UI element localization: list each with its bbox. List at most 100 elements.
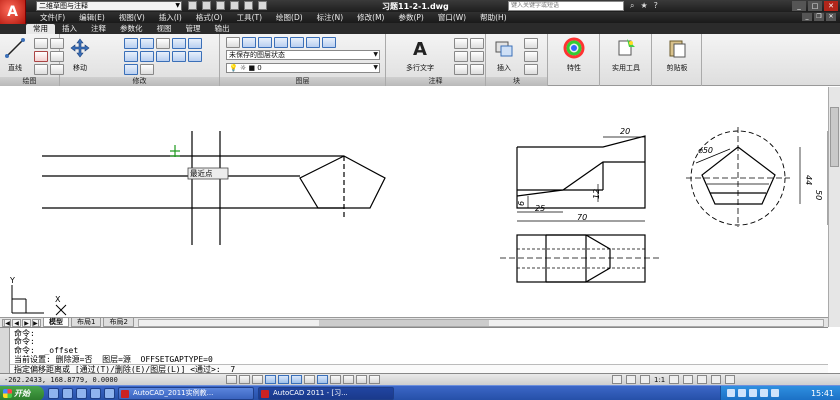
lineweight-toggle-icon[interactable] [330, 375, 341, 384]
menu-modify[interactable]: 修改(M) [357, 12, 384, 23]
polar-toggle-icon[interactable] [265, 375, 276, 384]
redo-icon[interactable] [258, 1, 267, 10]
draw-panel-title[interactable]: 绘图 [0, 77, 59, 86]
close-icon[interactable]: ✕ [824, 1, 838, 11]
tab-layout2[interactable]: 布局2 [103, 318, 134, 327]
last-layout-icon[interactable]: ▶| [32, 318, 41, 327]
vertical-scrollbar[interactable] [828, 87, 840, 327]
dyn-toggle-icon[interactable] [317, 375, 328, 384]
menu-help[interactable]: 帮助(H) [480, 12, 507, 23]
tray-security-icon[interactable] [749, 389, 757, 397]
front-view-step[interactable] [516, 161, 645, 197]
menu-insert[interactable]: 插入(I) [159, 12, 182, 23]
menu-window[interactable]: 窗口(W) [438, 12, 466, 23]
tab-parametric[interactable]: 参数化 [113, 24, 150, 34]
subscription-icon[interactable]: ★ [640, 1, 647, 11]
qp-toggle-icon[interactable] [356, 375, 367, 384]
layer-select[interactable]: 💡 ☼ ■ 0 ▼ [226, 63, 380, 73]
explode-icon[interactable] [140, 51, 154, 62]
tray-app-icon[interactable] [771, 389, 779, 397]
linear-dim-icon[interactable] [454, 38, 468, 49]
dim-more-icon[interactable] [470, 38, 484, 49]
taskbar-item-document[interactable]: AutoCAD_2011实例教... [118, 387, 254, 400]
ducs-toggle-icon[interactable] [304, 375, 315, 384]
edit-block-icon[interactable] [524, 51, 538, 62]
ortho-toggle-icon[interactable] [252, 375, 263, 384]
clipboard-button[interactable]: 剪贴板 [656, 37, 698, 73]
mtext-button[interactable]: A 多行文字 [400, 37, 440, 73]
media-icon[interactable] [76, 388, 87, 399]
vertical-scroll-thumb[interactable] [830, 107, 839, 167]
command-window-handle[interactable] [0, 328, 10, 374]
snap-toggle-icon[interactable] [226, 375, 237, 384]
top-view-outline[interactable] [516, 234, 646, 283]
quick-view-icon[interactable] [626, 375, 636, 384]
layer-match-icon[interactable] [242, 37, 256, 48]
layer-properties-icon[interactable] [226, 37, 240, 48]
application-menu-button[interactable]: A [0, 0, 26, 24]
hardware-accel-icon[interactable] [697, 375, 708, 384]
search-input[interactable]: 键入关键字或短语 [508, 1, 624, 11]
line-button[interactable]: 直线 [4, 37, 26, 73]
insert-block-button[interactable]: 插入 [490, 37, 518, 73]
tray-ime-icon[interactable] [760, 389, 768, 397]
drawing-canvas[interactable]: 20 6 12 25 70 ⌀50 44 50 Y X 最近点 [0, 87, 829, 317]
workspace-switch-icon[interactable] [669, 375, 680, 384]
browser-icon[interactable] [62, 388, 73, 399]
stretch-icon[interactable] [156, 51, 170, 62]
show-desktop-icon[interactable] [48, 388, 59, 399]
offset-icon[interactable] [124, 64, 138, 75]
transparency-toggle-icon[interactable] [343, 375, 354, 384]
menu-format[interactable]: 格式(O) [196, 12, 223, 23]
trim-icon[interactable] [140, 38, 154, 49]
next-layout-icon[interactable]: ▶ [22, 318, 31, 327]
tab-model[interactable]: 模型 [43, 318, 69, 327]
clean-screen-icon[interactable] [725, 375, 736, 384]
menu-edit[interactable]: 编辑(E) [79, 12, 105, 23]
first-layout-icon[interactable]: |◀ [2, 318, 11, 327]
isolate-objects-icon[interactable] [711, 375, 722, 384]
menu-parametric[interactable]: 参数(P) [398, 12, 423, 23]
copy-icon[interactable] [172, 38, 186, 49]
tray-network-icon[interactable] [727, 389, 735, 397]
menu-tools[interactable]: 工具(T) [237, 12, 262, 23]
scale-icon[interactable] [172, 51, 186, 62]
mirror-icon[interactable] [188, 38, 202, 49]
multileader-icon[interactable] [454, 51, 468, 62]
create-block-icon[interactable] [524, 38, 538, 49]
search-icon[interactable]: ⌕ [630, 1, 634, 11]
undo-icon[interactable] [244, 1, 253, 10]
pentagon-left[interactable] [299, 155, 386, 209]
tab-output[interactable]: 输出 [208, 24, 237, 34]
modify-panel-title[interactable]: 修改 [60, 77, 219, 86]
print-icon[interactable] [230, 1, 239, 10]
lock-icon[interactable] [683, 375, 694, 384]
save-icon[interactable] [216, 1, 225, 10]
app-shortcut-icon[interactable] [104, 388, 115, 399]
layer-freeze-icon[interactable] [306, 37, 320, 48]
arc-icon[interactable] [34, 64, 48, 75]
doc-minimize-icon[interactable]: _ [802, 13, 812, 21]
tab-home[interactable]: 常用 [26, 24, 55, 34]
modify-more-icon[interactable] [140, 64, 154, 75]
layer-lock-icon[interactable] [322, 37, 336, 48]
side-view-pentagon[interactable] [701, 146, 776, 205]
circle-icon[interactable] [34, 51, 48, 62]
top-view-taper[interactable] [546, 234, 611, 283]
model-space-icon[interactable] [612, 375, 622, 384]
tab-insert[interactable]: 插入 [55, 24, 84, 34]
clock[interactable]: 15:41 [811, 389, 834, 398]
doc-close-icon[interactable]: ✕ [826, 13, 836, 21]
polyline-icon[interactable] [34, 38, 48, 49]
new-icon[interactable] [188, 1, 197, 10]
utilities-button[interactable]: 实用工具 [604, 37, 648, 73]
otrack-toggle-icon[interactable] [291, 375, 302, 384]
layer-off-icon[interactable] [290, 37, 304, 48]
annotation-panel-title[interactable]: 注释 [386, 77, 485, 86]
annotation-scale-value[interactable]: 1:1 [654, 376, 665, 384]
taskbar-item-autocad[interactable]: AutoCAD 2011 - [习... [258, 387, 394, 400]
coordinates-readout[interactable]: -262.2433, 168.8779, 0.0000 [4, 376, 118, 384]
tab-annotate[interactable]: 注释 [84, 24, 113, 34]
menu-dimension[interactable]: 标注(N) [317, 12, 343, 23]
layer-isolate-icon[interactable] [274, 37, 288, 48]
